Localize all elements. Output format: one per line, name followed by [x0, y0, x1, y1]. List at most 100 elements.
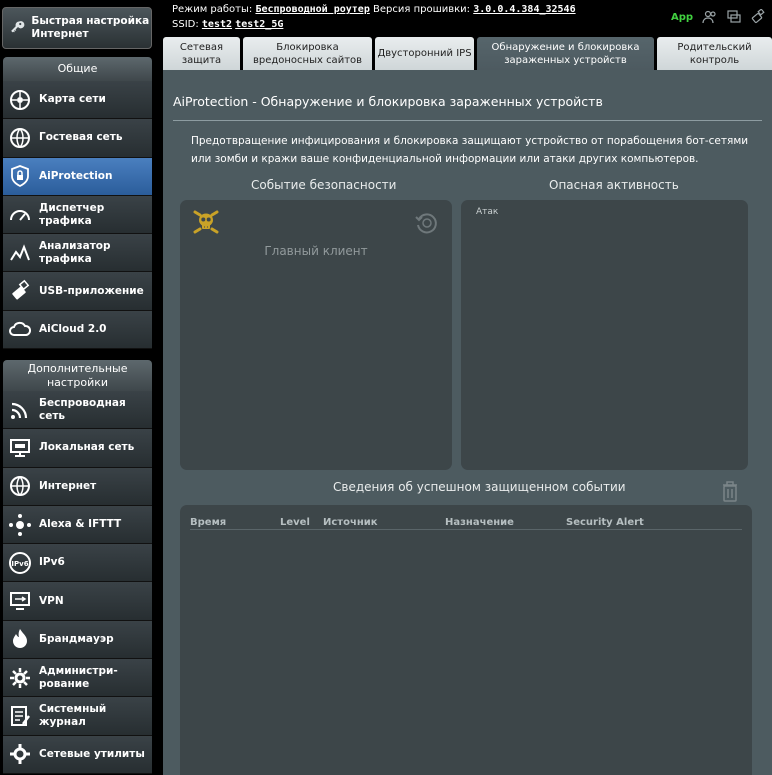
- main-panel: AiProtection - Обнаружение и блокировка …: [163, 70, 772, 775]
- page-description: Предотвращение инфицирования и блокировк…: [191, 135, 749, 165]
- general-menu: Карта сети Гостевая сеть AiProtection Ди…: [3, 81, 152, 350]
- operation-mode-link[interactable]: Беспроводной роутер: [255, 4, 369, 15]
- speedometer-icon: [10, 209, 30, 221]
- sidebar-item-label: Брандмауэр: [39, 632, 114, 645]
- sidebar-item-label: Анализатор трафика: [39, 239, 111, 265]
- svg-text:IPv6: IPv6: [11, 560, 28, 568]
- security-event-title: Событие безопасности: [251, 178, 397, 192]
- system-log-icon: [11, 706, 30, 727]
- general-section-header: Общие: [3, 57, 152, 81]
- sidebar-item-label: Гостевая сеть: [39, 131, 123, 144]
- sidebar-item-ipv6[interactable]: IPv6 IPv6: [3, 544, 152, 583]
- tab-label: Сетевая защита: [179, 41, 224, 66]
- quick-setup-button[interactable]: Быстрая настройка Интернет: [2, 7, 152, 49]
- sidebar-item-firewall[interactable]: Брандмауэр: [3, 620, 152, 660]
- admin-gear-icon: [10, 667, 30, 688]
- ssid-label: SSID:: [172, 19, 199, 30]
- traffic-analyzer-icon: [10, 244, 30, 261]
- main-client-label: Главный клиент: [264, 244, 368, 258]
- sidebar-item-label: Беспроводная сеть: [39, 396, 126, 422]
- column-header-time[interactable]: Время: [190, 517, 226, 528]
- sidebar-item-label: VPN: [39, 594, 64, 607]
- tab-bar: Сетевая защита Блокировка вредоносных са…: [163, 37, 772, 70]
- sidebar-item-aicloud[interactable]: AiCloud 2.0: [3, 310, 152, 350]
- guest-network-icon: [10, 127, 30, 148]
- copy-devices-icon[interactable]: [726, 9, 742, 25]
- security-event-chart: Главный клиент: [180, 200, 452, 470]
- usb-icon: [12, 279, 30, 300]
- attack-label: Атак: [476, 207, 499, 217]
- sidebar-item-vpn[interactable]: VPN: [3, 582, 152, 621]
- sidebar-item-aiprotection[interactable]: AiProtection: [3, 157, 152, 196]
- sidebar-item-lan[interactable]: Локальная сеть: [3, 429, 152, 468]
- sidebar-item-label: Системный журнал: [39, 703, 107, 729]
- column-header-source[interactable]: Источник: [323, 517, 378, 528]
- ipv6-icon: IPv6: [9, 551, 31, 574]
- wifi-icon: [11, 402, 28, 419]
- column-header-destination[interactable]: Назначение: [445, 517, 514, 528]
- sidebar-item-label: Сетевые утилиты: [39, 747, 145, 760]
- sidebar-item-network-map[interactable]: Карта сети: [3, 81, 152, 120]
- firmware-label: Версия прошивки:: [373, 4, 471, 15]
- sidebar-item-system-log[interactable]: Системный журнал: [3, 697, 152, 736]
- advanced-section-header: Дополнительные настройки: [3, 360, 152, 391]
- ssid-5g-link[interactable]: test2_5G: [235, 19, 283, 30]
- firewall-icon: [13, 629, 27, 649]
- sidebar-item-alexa-ifttt[interactable]: Alexa & IFTTT: [3, 505, 152, 545]
- lan-icon: [10, 438, 30, 457]
- ssid-link[interactable]: test2: [202, 19, 232, 30]
- refresh-icon[interactable]: [414, 211, 438, 235]
- column-header-security-alert[interactable]: Security Alert: [566, 517, 644, 528]
- sidebar-item-administration[interactable]: Администри-рование: [3, 659, 152, 698]
- sidebar-item-label: Интернет: [39, 479, 97, 492]
- events-table: Время Level Источник Назначение Security…: [180, 505, 752, 775]
- network-tools-icon: [10, 744, 30, 765]
- advanced-menu: Беспроводная сеть Локальная сеть Интерне…: [3, 391, 152, 774]
- sidebar-item-traffic-manager[interactable]: Диспетчер трафика: [3, 195, 152, 235]
- trash-icon[interactable]: [721, 480, 739, 502]
- users-icon[interactable]: [702, 9, 718, 25]
- skull-icon: [193, 210, 219, 234]
- app-link[interactable]: App: [671, 12, 693, 23]
- firmware-version-link[interactable]: 3.0.0.4.384_32546: [473, 4, 575, 15]
- page-title: AiProtection - Обнаружение и блокировка …: [173, 94, 603, 109]
- ssid-line: SSID: test2 test2_5G: [172, 19, 283, 30]
- alexa-icon: [9, 513, 31, 536]
- sidebar-item-label: Диспетчер трафика: [39, 201, 105, 227]
- aiprotection-lock-icon: [11, 165, 29, 188]
- sidebar-item-usb-app[interactable]: USB-приложение: [3, 272, 152, 311]
- events-title: Сведения об успешном защищенном событии: [333, 480, 626, 494]
- sidebar-item-wireless[interactable]: Беспроводная сеть: [3, 391, 152, 430]
- sidebar-item-label: Локальная сеть: [39, 441, 135, 454]
- sidebar-item-network-tools[interactable]: Сетевые утилиты: [3, 735, 152, 774]
- operation-mode-line: Режим работы: Беспроводной роутер Версия…: [172, 4, 576, 15]
- tab-label: Родительский контроль: [677, 41, 752, 66]
- quick-setup-wrench-icon: [11, 21, 25, 33]
- globe-icon: [10, 476, 30, 497]
- operation-mode-label: Режим работы:: [172, 4, 253, 15]
- tab-label: Блокировка вредоносных сайтов: [252, 41, 363, 66]
- sidebar-item-internet[interactable]: Интернет: [3, 467, 152, 506]
- tab-parental-controls[interactable]: Родительский контроль: [657, 37, 772, 70]
- sidebar-item-traffic-analyzer[interactable]: Анализатор трафика: [3, 234, 152, 273]
- usb-status-icon[interactable]: [750, 9, 766, 25]
- threat-activity-chart: Атак: [461, 200, 748, 470]
- sidebar-item-label: Администри-рование: [39, 664, 118, 690]
- sidebar-item-label: AiCloud 2.0: [39, 322, 107, 335]
- sidebar-item-guest-network[interactable]: Гостевая сеть: [3, 119, 152, 158]
- tab-two-way-ips[interactable]: Двусторонний IPS: [375, 37, 474, 70]
- title-divider: [173, 120, 762, 121]
- sidebar-item-label: USB-приложение: [39, 284, 144, 297]
- sidebar-item-label: Alexa & IFTTT: [39, 518, 122, 531]
- quick-setup-label: Быстрая настройка Интернет: [31, 15, 150, 40]
- network-map-icon: [10, 89, 30, 110]
- sidebar: Быстрая настройка Интернет Общие Карта с…: [0, 0, 155, 775]
- tab-label: Обнаружение и блокировка зараженных устр…: [491, 41, 640, 66]
- tab-infected-device-blocking[interactable]: Обнаружение и блокировка зараженных устр…: [477, 37, 654, 70]
- tab-network-protection[interactable]: Сетевая защита: [163, 37, 240, 70]
- column-header-level[interactable]: Level: [280, 517, 310, 528]
- tab-malicious-site-blocking[interactable]: Блокировка вредоносных сайтов: [243, 37, 372, 70]
- vpn-icon: [10, 592, 30, 611]
- cloud-icon: [9, 322, 32, 337]
- sidebar-item-label: Карта сети: [39, 93, 106, 106]
